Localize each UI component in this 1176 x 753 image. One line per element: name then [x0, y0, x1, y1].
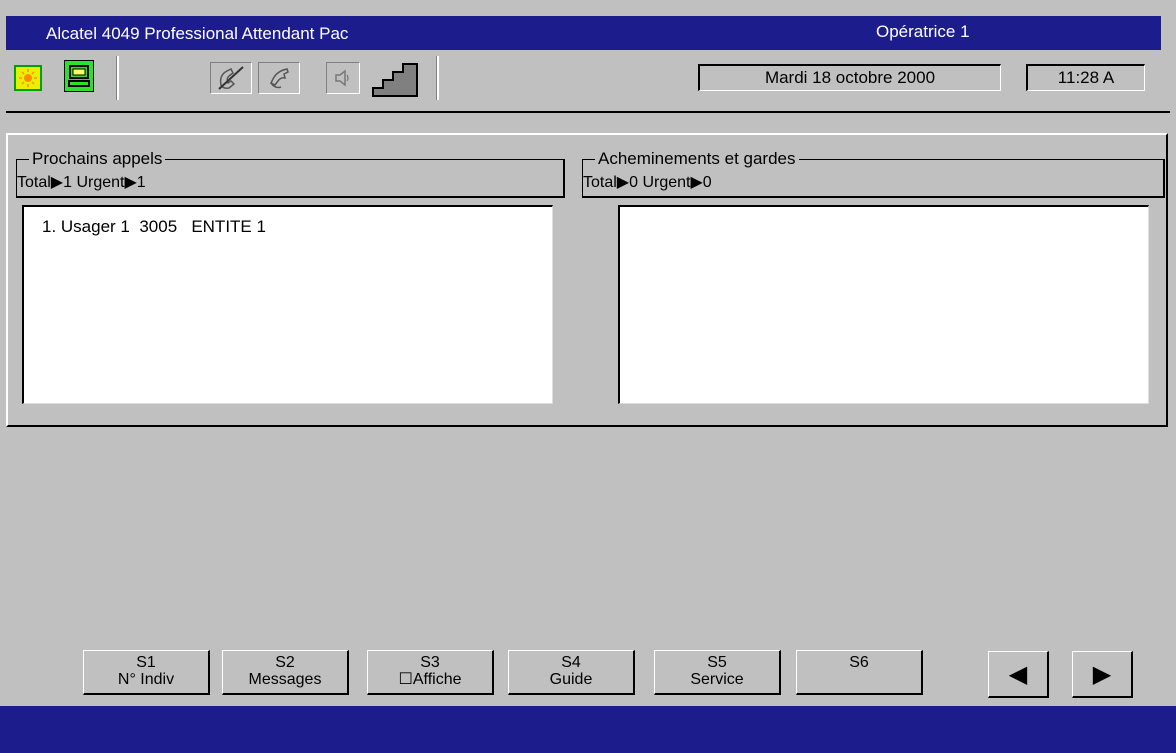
- arrow-left-icon: ◀: [1008, 660, 1028, 688]
- handset-crossed-icon[interactable]: [210, 62, 252, 94]
- next-calls-group: Prochains appels Total▶1 Urgent▶1: [16, 150, 565, 198]
- s4-key: S4: [561, 654, 581, 671]
- routings-list[interactable]: [618, 205, 1149, 404]
- volume-stairs-icon[interactable]: [370, 58, 422, 98]
- toolbar: Mardi 18 octobre 2000 11:28 A: [6, 52, 1161, 102]
- s2-label: Messages: [248, 671, 322, 688]
- routings-counts: Total▶0 Urgent▶0: [583, 174, 712, 191]
- status-bar: [0, 706, 1176, 753]
- s1-key: S1: [136, 654, 156, 671]
- routings-title: Acheminements et gardes: [595, 150, 799, 168]
- routings-group: Acheminements et gardes Total▶0 Urgent▶0: [582, 150, 1165, 198]
- s5-button[interactable]: S5 Service: [654, 650, 781, 695]
- s6-key: S6: [849, 654, 869, 671]
- speaker-icon[interactable]: [326, 62, 360, 94]
- s4-button[interactable]: S4 Guide: [508, 650, 635, 695]
- s2-key: S2: [275, 654, 295, 671]
- app-title: Alcatel 4049 Professional Attendant Pac: [46, 24, 349, 43]
- list-item[interactable]: 1. Usager 1 3005 ENTITE 1: [42, 217, 266, 237]
- next-calls-counts: Total▶1 Urgent▶1: [17, 174, 146, 191]
- toolbar-separator: [116, 56, 119, 100]
- s1-label: N° Indiv: [117, 671, 175, 688]
- s6-button[interactable]: S6: [796, 650, 923, 695]
- monitor-icon[interactable]: [64, 60, 94, 92]
- next-calls-title: Prochains appels: [29, 150, 166, 168]
- s5-key: S5: [707, 654, 727, 671]
- calls-panel: Prochains appels Total▶1 Urgent▶1 1. Usa…: [6, 133, 1168, 427]
- handset-icon[interactable]: [258, 62, 300, 94]
- operator-label: Opératrice 1: [876, 22, 970, 41]
- s4-label: Guide: [549, 671, 593, 688]
- toolbar-divider: [6, 111, 1170, 113]
- s3-button[interactable]: S3 ☐Affiche: [367, 650, 494, 695]
- s5-label: Service: [690, 671, 744, 688]
- s3-label: ☐Affiche: [398, 671, 462, 688]
- next-calls-list[interactable]: 1. Usager 1 3005 ENTITE 1: [22, 205, 553, 404]
- title-bar: Alcatel 4049 Professional Attendant Pac …: [6, 16, 1161, 50]
- date-display: Mardi 18 octobre 2000: [698, 64, 1001, 91]
- s1-button[interactable]: S1 N° Indiv: [83, 650, 210, 695]
- s3-key: S3: [420, 654, 440, 671]
- next-page-button[interactable]: ▶: [1072, 651, 1133, 698]
- toolbar-separator: [436, 56, 439, 100]
- time-display: 11:28 A: [1026, 64, 1145, 91]
- arrow-right-icon: ▶: [1092, 660, 1112, 688]
- sun-icon[interactable]: [14, 65, 42, 91]
- prev-page-button[interactable]: ◀: [988, 651, 1049, 698]
- s2-button[interactable]: S2 Messages: [222, 650, 349, 695]
